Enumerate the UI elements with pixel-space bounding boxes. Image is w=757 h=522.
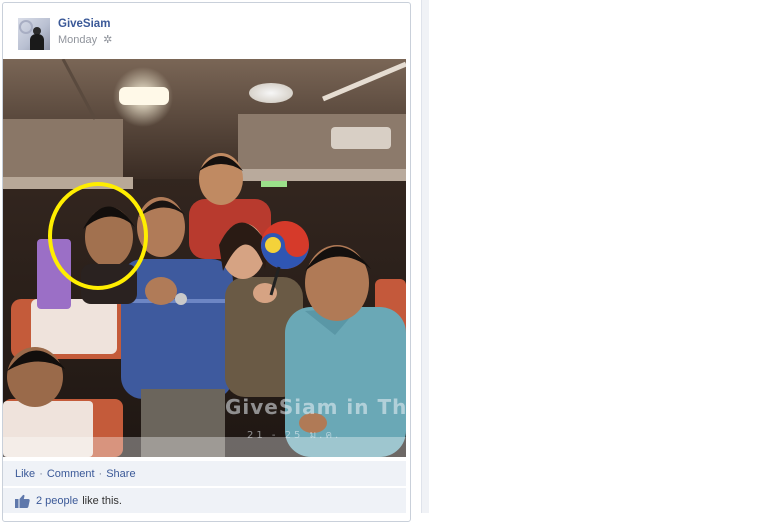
man-blue-shirt-watch [175, 293, 187, 305]
like-link[interactable]: Like [15, 468, 35, 480]
right-vent [331, 127, 391, 149]
thumbs-up-icon [15, 494, 30, 508]
post-meta: Monday ✲ [58, 34, 112, 46]
photo-date-overlay: 21 - 25 ม.ค. [247, 430, 342, 441]
photo-bottom-fade [3, 437, 406, 457]
share-link[interactable]: Share [106, 468, 135, 480]
hand-fan-yellow [265, 237, 281, 253]
post-photo[interactable]: GiveSiam in Thai 21 - 25 ม.ค. [3, 59, 406, 457]
post-timestamp[interactable]: Monday [58, 34, 97, 46]
post-actions-bar: Like · Comment · Share [3, 461, 406, 486]
action-separator: · [98, 467, 103, 480]
avatar-logo-swirl [19, 20, 33, 34]
page-avatar[interactable] [18, 18, 50, 50]
likes-summary: 2 people like this. [3, 488, 406, 513]
gear-icon[interactable]: ✲ [103, 34, 112, 46]
action-separator: · [39, 467, 43, 480]
right-rack-edge [233, 169, 406, 181]
likes-suffix: like this. [82, 494, 122, 507]
man-blue-shirt-body [121, 259, 233, 399]
avatar-figure-body [30, 34, 44, 50]
ceiling-vent [249, 83, 293, 103]
likes-count-link[interactable]: 2 people [36, 495, 78, 507]
exit-sign [261, 181, 287, 187]
page-name-link[interactable]: GiveSiam [58, 18, 110, 30]
right-sidebar-edge [421, 0, 429, 513]
ceiling-lamp [119, 87, 169, 105]
photo-watermark: GiveSiam in Thai [225, 395, 406, 419]
man-blue-shirt-hands [145, 277, 177, 305]
comment-link[interactable]: Comment [47, 468, 95, 480]
circled-man-body [81, 264, 137, 304]
